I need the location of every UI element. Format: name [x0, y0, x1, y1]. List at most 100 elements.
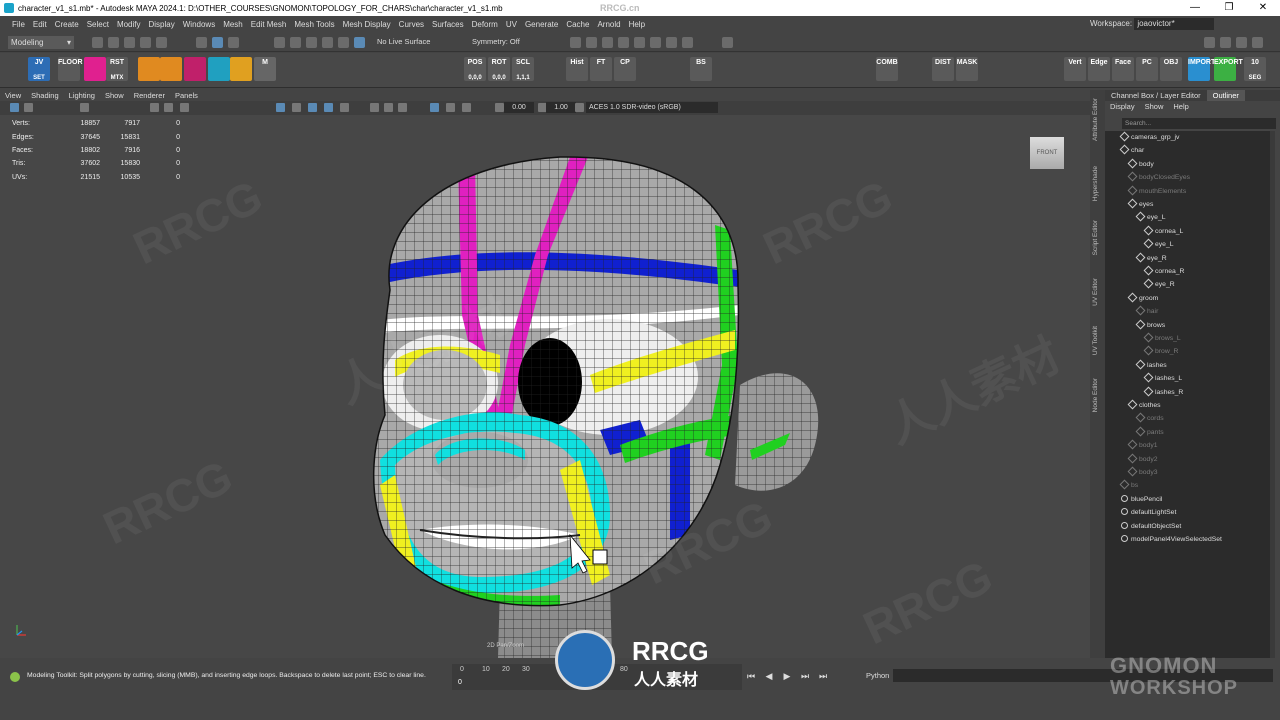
shelf-button[interactable]: CP	[614, 57, 636, 81]
tab-hypershade[interactable]: Hypershade	[1092, 166, 1099, 201]
shelf-button[interactable]: FLOOR	[58, 57, 83, 81]
snap-grid-icon[interactable]	[274, 37, 285, 48]
shelf-button[interactable]: OBJ	[1160, 57, 1182, 81]
menu-surfaces[interactable]: Surfaces	[428, 20, 468, 29]
shelf-button[interactable]	[160, 57, 182, 81]
xray-components-icon[interactable]	[398, 103, 407, 112]
shelf-button[interactable]: JV SET	[28, 57, 50, 81]
render-settings-icon[interactable]	[618, 37, 629, 48]
outliner-item[interactable]: char	[1119, 144, 1144, 157]
outliner-item[interactable]: pants	[1135, 426, 1164, 439]
panel-menu-shading[interactable]: Shading	[26, 90, 64, 101]
open-scene-icon[interactable]	[108, 37, 119, 48]
gate-mask-icon[interactable]	[462, 103, 471, 112]
menu-mesh-tools[interactable]: Mesh Tools	[290, 20, 338, 29]
undo-icon[interactable]	[140, 37, 151, 48]
shelf-button[interactable]: BS	[690, 57, 712, 81]
select-by-hierarchy-icon[interactable]	[196, 37, 207, 48]
menu-create[interactable]: Create	[51, 20, 83, 29]
isolate-icon[interactable]	[430, 103, 439, 112]
tab-uv-toolkit[interactable]: UV Toolkit	[1092, 326, 1099, 355]
select-by-object-icon[interactable]	[212, 37, 223, 48]
outliner-item[interactable]: body3	[1127, 466, 1158, 479]
outliner-item[interactable]: defaultLightSet	[1121, 506, 1176, 519]
new-scene-icon[interactable]	[92, 37, 103, 48]
symmetry-dropdown[interactable]: Symmetry: Off	[472, 37, 520, 46]
snap-curve-icon[interactable]	[290, 37, 301, 48]
shadows-icon[interactable]	[324, 103, 333, 112]
outliner-item[interactable]: mouthElements	[1127, 185, 1186, 198]
outliner-item[interactable]: body	[1127, 158, 1154, 171]
hypershade-icon[interactable]	[634, 37, 645, 48]
outliner-item[interactable]: cameras_grp_jv	[1119, 131, 1179, 144]
outliner-item[interactable]: eye_R	[1143, 278, 1175, 291]
command-language-label[interactable]: Python	[866, 671, 889, 680]
panel-menu-view[interactable]: View	[0, 90, 26, 101]
outliner-item[interactable]: cords	[1135, 412, 1164, 425]
shelf-button[interactable]: RST MTX	[106, 57, 128, 81]
go-to-start-button[interactable]: ⏮	[745, 670, 757, 682]
menu-arnold[interactable]: Arnold	[593, 20, 624, 29]
maximize-button[interactable]: ❐	[1212, 0, 1246, 16]
shelf-button[interactable]: M	[254, 57, 276, 81]
minimize-button[interactable]: —	[1178, 0, 1212, 16]
panel-menu-lighting[interactable]: Lighting	[64, 90, 100, 101]
outliner-item[interactable]: lashes_R	[1143, 386, 1183, 399]
grid-icon[interactable]	[80, 103, 89, 112]
isolate-select-icon[interactable]	[180, 103, 189, 112]
shelf-button[interactable]: Face	[1112, 57, 1134, 81]
make-live-icon[interactable]	[338, 37, 349, 48]
shelf-button[interactable]	[84, 57, 106, 81]
layout-toggle-icon[interactable]	[1204, 37, 1215, 48]
menu-display[interactable]: Display	[145, 20, 179, 29]
shelf-button[interactable]: SCL 1,1,1	[512, 57, 534, 81]
outliner-item[interactable]: bs	[1119, 479, 1138, 492]
step-forward-button[interactable]: ⏭	[799, 670, 811, 682]
viewport[interactable]: RRCG 人人素材 RRCG 人人素材 RRCG RRCG RRCG Verts…	[0, 115, 1090, 658]
outliner-item[interactable]: hair	[1135, 305, 1158, 318]
shelf-button[interactable]: Hist	[566, 57, 588, 81]
textured-icon[interactable]	[292, 103, 301, 112]
tab-channel-box[interactable]: Channel Box / Layer Editor	[1105, 90, 1207, 101]
sidebar-toggle-icon[interactable]	[722, 37, 733, 48]
menu-edit-mesh[interactable]: Edit Mesh	[247, 20, 291, 29]
panel-menu-renderer[interactable]: Renderer	[129, 90, 170, 101]
exposure-field[interactable]: 0.00	[504, 102, 534, 113]
panel-menu-show[interactable]: Show	[100, 90, 129, 101]
close-button[interactable]: ✕	[1246, 0, 1280, 16]
menu-generate[interactable]: Generate	[521, 20, 562, 29]
outliner-item[interactable]: modelPanel4ViewSelectedSet	[1121, 533, 1222, 546]
live-surface-field[interactable]: No Live Surface	[377, 37, 430, 46]
tab-uv-editor[interactable]: UV Editor	[1092, 278, 1099, 306]
panel-menu-panels[interactable]: Panels	[170, 90, 203, 101]
outliner-item[interactable]: lashes	[1135, 359, 1167, 372]
menu-modify[interactable]: Modify	[113, 20, 145, 29]
outliner-item[interactable]: groom	[1127, 292, 1158, 305]
save-scene-icon[interactable]	[124, 37, 135, 48]
menu-deform[interactable]: Deform	[468, 20, 502, 29]
outliner-menu-show[interactable]: Show	[1140, 101, 1169, 112]
shelf-button[interactable]: IMPORT	[1188, 57, 1215, 81]
step-back-button[interactable]: ◀	[763, 670, 775, 682]
shelf-button[interactable]: FT	[590, 57, 612, 81]
magnet-icon[interactable]	[354, 37, 365, 48]
outliner-menu-help[interactable]: Help	[1168, 101, 1193, 112]
shelf-button[interactable]: DIST	[932, 57, 954, 81]
shelf-button[interactable]: EXPORT	[1214, 57, 1243, 81]
wireframe-icon[interactable]	[150, 103, 159, 112]
shelf-button[interactable]: COMB	[876, 57, 898, 81]
outliner-search-input[interactable]: Search...	[1122, 118, 1276, 129]
outliner-item[interactable]: eye_R	[1135, 252, 1167, 265]
shelf-button[interactable]	[138, 57, 160, 81]
snap-point-icon[interactable]	[306, 37, 317, 48]
outliner-item[interactable]: body1	[1127, 439, 1158, 452]
arnold-ipr-icon[interactable]	[666, 37, 677, 48]
ipr-render-icon[interactable]	[602, 37, 613, 48]
select-camera-icon[interactable]	[10, 103, 19, 112]
tab-node-editor[interactable]: Node Editor	[1092, 378, 1099, 412]
gamma-field[interactable]: 1.00	[546, 102, 576, 113]
menu-select[interactable]: Select	[83, 20, 113, 29]
shelf-button[interactable]: MASK	[956, 57, 978, 81]
menu-mesh-display[interactable]: Mesh Display	[339, 20, 395, 29]
camera-attributes-icon[interactable]	[24, 103, 33, 112]
